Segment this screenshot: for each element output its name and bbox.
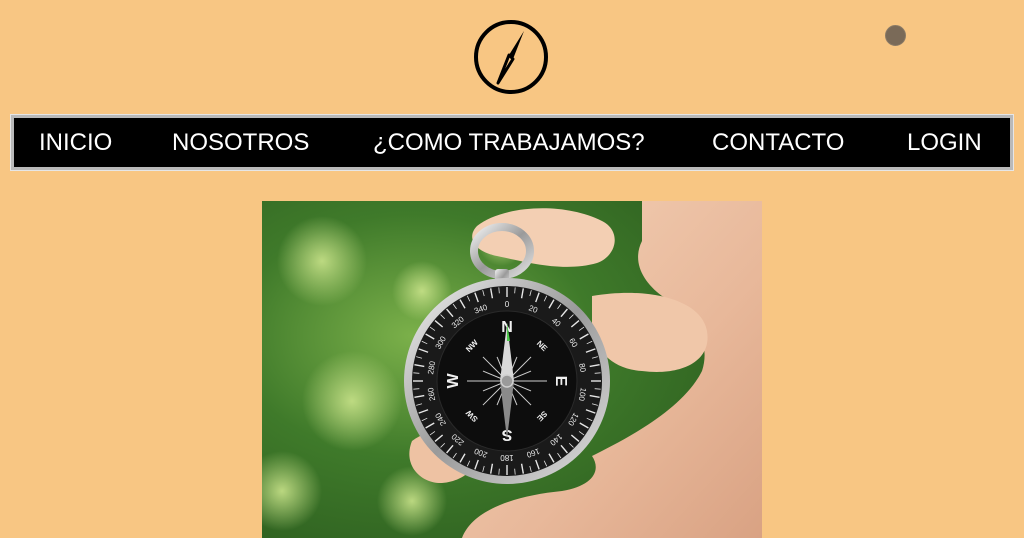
degree-tick: [498, 468, 500, 475]
hand-holding-compass-photo: 0 204060801001201401601802002202402602803…: [262, 201, 762, 538]
circle-dot-icon[interactable]: [885, 25, 906, 46]
bokeh-light: [277, 216, 367, 306]
bokeh-light: [302, 351, 402, 451]
page: INICIO NOSOTROS ¿COMO TRABAJAMOS? CONTAC…: [0, 0, 1024, 538]
nav-item-como-trabajamos[interactable]: ¿COMO TRABAJAMOS?: [373, 118, 645, 167]
compass-logo-icon[interactable]: [472, 18, 550, 96]
degree-tick: [498, 287, 500, 294]
degree-label: 0: [505, 300, 510, 309]
compass: 0 204060801001201401601802002202402602803…: [404, 278, 610, 484]
nav-item-contacto[interactable]: CONTACTO: [712, 118, 844, 167]
degree-tick: [514, 468, 516, 475]
degree-tick: [594, 388, 601, 390]
nav-item-nosotros[interactable]: NOSOTROS: [172, 118, 309, 167]
degree-tick: [413, 372, 420, 374]
degree-tick: [594, 372, 601, 374]
degree-tick: [413, 388, 420, 390]
main-navigation: INICIO NOSOTROS ¿COMO TRABAJAMOS? CONTAC…: [10, 114, 1014, 171]
nav-item-inicio[interactable]: INICIO: [39, 118, 112, 167]
hero-image: 0 20 40 60 80 100 120 140 160 180 200 220 240 260 280 3…: [262, 201, 762, 538]
nav-item-login[interactable]: LOGIN: [907, 118, 982, 167]
degree-tick: [514, 287, 516, 294]
cardinal-label: E: [552, 376, 569, 387]
cardinal-label: W: [445, 373, 462, 389]
degree-label: 180: [500, 453, 514, 462]
